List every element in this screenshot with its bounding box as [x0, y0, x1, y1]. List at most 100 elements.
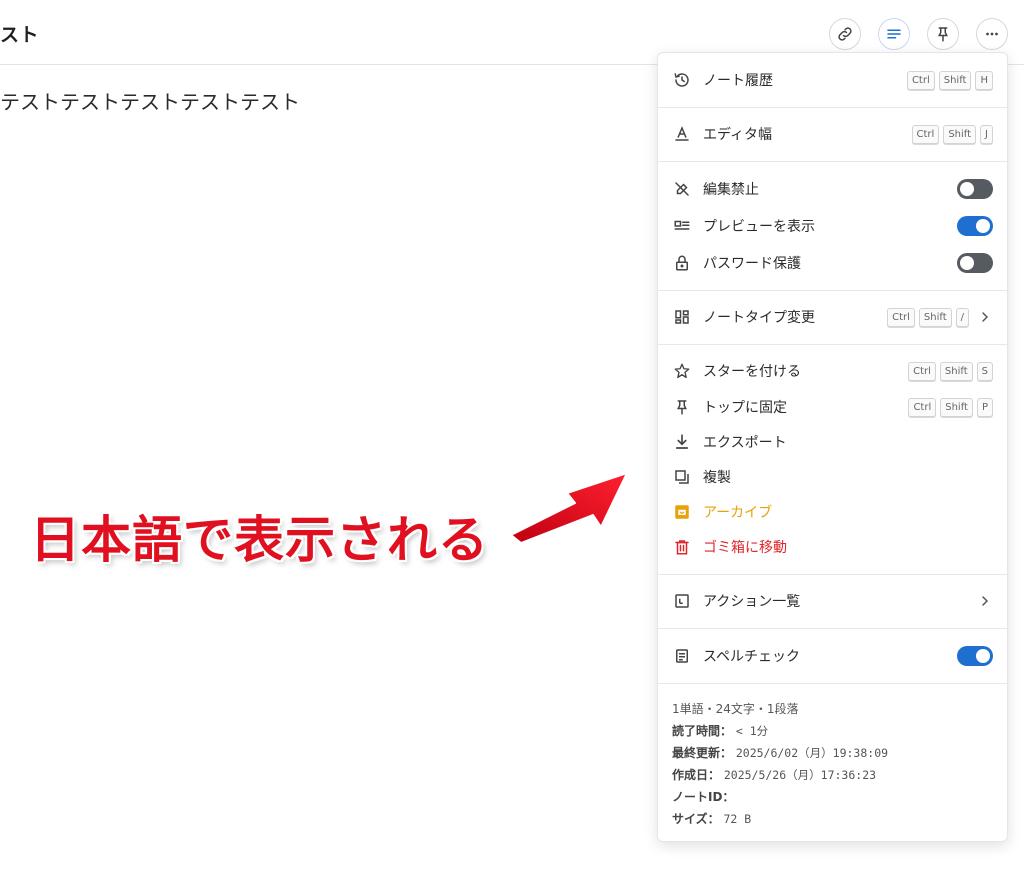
read-time-label: 読了時間：: [672, 724, 733, 738]
grid-icon: [672, 307, 692, 327]
key-ctrl: Ctrl: [908, 361, 936, 381]
edit-off-icon: [672, 179, 692, 199]
menu-item-label: アクション一覧: [703, 594, 801, 610]
annotation-arrow: [510, 472, 628, 544]
annotation-text: 日本語で表示される: [30, 511, 489, 569]
spellcheck-toggle[interactable]: [957, 646, 993, 666]
menu-divider: [658, 574, 1007, 575]
menu-divider: [658, 628, 1007, 629]
last-updated-value: 2025/6/02（月）19:38:09: [735, 746, 889, 760]
size-label: サイズ：: [672, 812, 720, 826]
menu-divider: [658, 683, 1007, 684]
preview-icon: [672, 216, 692, 236]
history-icon: [672, 70, 692, 90]
note-size: サイズ： 72 B: [672, 810, 751, 827]
note-id: ノートID：: [672, 788, 734, 805]
shortcut-keys: Ctrl Shift J: [911, 124, 993, 144]
shortcut-keys: Ctrl Shift S: [908, 361, 993, 381]
pin-button[interactable]: [927, 18, 959, 50]
menu-item-label: ゴミ箱に移動: [703, 540, 787, 556]
menu-item-star[interactable]: スターを付ける Ctrl Shift S: [658, 356, 1007, 386]
menu-item-export[interactable]: エクスポート: [658, 427, 1007, 457]
key-letter: S: [976, 361, 993, 381]
menu-item-label: プレビューを表示: [703, 219, 815, 235]
menu-item-label: 編集禁止: [703, 182, 759, 198]
key-letter: J: [980, 124, 993, 144]
password-toggle[interactable]: [957, 253, 993, 273]
archive-icon: [672, 502, 692, 522]
key-letter: P: [976, 397, 993, 417]
menu-divider: [658, 290, 1007, 291]
menu-item-spellcheck[interactable]: スペルチェック: [658, 641, 1007, 671]
copy-link-button[interactable]: [829, 18, 861, 50]
shortcut-keys: Ctrl Shift P: [908, 397, 993, 417]
menu-item-no-edit[interactable]: 編集禁止: [658, 174, 1007, 204]
created-value: 2025/5/26（月）17:36:23: [723, 768, 877, 782]
menu-item-history[interactable]: ノート履歴 Ctrl Shift H: [658, 65, 1007, 95]
menu-item-editor-width[interactable]: エディタ幅 Ctrl Shift J: [658, 119, 1007, 149]
menu-item-label: パスワード保護: [703, 256, 801, 272]
created-date: 作成日： 2025/5/26（月）17:36:23: [672, 766, 876, 783]
note-id-label: ノートID：: [672, 790, 735, 804]
size-value: 72 B: [723, 812, 752, 826]
note-body[interactable]: テストテストテストテストテスト: [0, 86, 300, 115]
read-time-value: < 1分: [735, 724, 769, 738]
outline-button[interactable]: [878, 18, 910, 50]
menu-item-label: エディタ幅: [703, 127, 773, 143]
created-label: 作成日：: [672, 768, 721, 782]
more-icon: [986, 32, 998, 36]
note-stats: 1単語・24文字・1段落: [672, 702, 799, 716]
menu-item-show-preview[interactable]: プレビューを表示: [658, 211, 1007, 241]
command-list-icon: [672, 591, 692, 611]
menu-item-note-type[interactable]: ノートタイプ変更 Ctrl Shift /: [658, 302, 1007, 332]
menu-item-label: ノートタイプ変更: [703, 310, 815, 326]
key-ctrl: Ctrl: [906, 70, 935, 90]
menu-item-pin-top[interactable]: トップに固定 Ctrl Shift P: [658, 392, 1007, 422]
menu-item-label: 複製: [703, 470, 731, 486]
key-shift: Shift: [943, 124, 977, 144]
key-ctrl: Ctrl: [887, 307, 915, 327]
pin-icon: [938, 27, 948, 42]
note-title[interactable]: スト: [0, 20, 39, 47]
menu-item-label: エクスポート: [703, 435, 787, 451]
key-ctrl: Ctrl: [908, 397, 937, 417]
key-letter: /: [955, 307, 969, 327]
text-width-icon: [672, 124, 692, 144]
menu-item-label: スペルチェック: [703, 649, 801, 665]
no-edit-toggle[interactable]: [957, 179, 993, 199]
key-shift: Shift: [939, 361, 973, 381]
document-icon: [672, 646, 692, 666]
menu-divider: [658, 344, 1007, 345]
copy-icon: [672, 467, 692, 487]
preview-toggle[interactable]: [957, 216, 993, 236]
key-shift: Shift: [940, 397, 973, 417]
more-button[interactable]: [976, 18, 1008, 50]
trash-icon: [672, 537, 692, 557]
menu-item-label: トップに固定: [703, 400, 787, 416]
shortcut-keys: Ctrl Shift H: [906, 70, 993, 90]
menu-divider: [658, 107, 1007, 108]
last-updated-label: 最終更新：: [672, 746, 733, 760]
menu-item-archive[interactable]: アーカイブ: [658, 497, 1007, 527]
shortcut-keys: Ctrl Shift /: [887, 307, 969, 327]
menu-item-actions[interactable]: アクション一覧: [658, 586, 1007, 616]
menu-item-label: スターを付ける: [703, 364, 801, 380]
key-letter: H: [975, 70, 993, 90]
star-icon: [672, 361, 692, 381]
key-ctrl: Ctrl: [911, 124, 940, 144]
chevron-right-icon: [982, 596, 989, 606]
menu-item-trash[interactable]: ゴミ箱に移動: [658, 532, 1007, 562]
menu-item-password[interactable]: パスワード保護: [658, 248, 1007, 278]
download-icon: [672, 432, 692, 452]
lines-icon: [887, 29, 901, 39]
menu-divider: [658, 161, 1007, 162]
key-shift: Shift: [938, 70, 972, 90]
menu-item-label: アーカイブ: [703, 505, 773, 521]
lock-icon: [672, 253, 692, 273]
key-shift: Shift: [918, 307, 952, 327]
menu-item-label: ノート履歴: [703, 73, 773, 89]
pin-icon: [672, 397, 692, 417]
chevron-right-icon: [982, 312, 989, 322]
menu-item-duplicate[interactable]: 複製: [658, 462, 1007, 492]
note-options-menu: ノート履歴 Ctrl Shift H エディタ幅 Ctrl Shift J 編集…: [657, 52, 1008, 842]
